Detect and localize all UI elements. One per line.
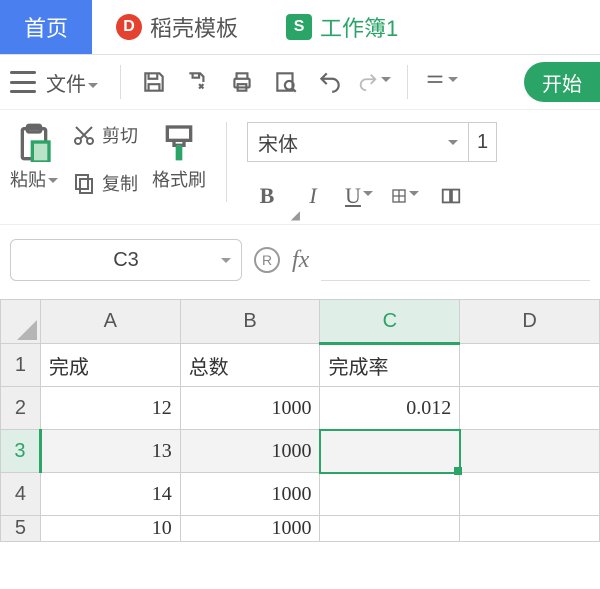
- chevron-down-icon: [221, 258, 231, 268]
- trace-icon[interactable]: R: [254, 247, 280, 273]
- tab-template[interactable]: D 稻壳模板: [92, 0, 262, 54]
- spreadsheet: A B C D 1 完成 总数 完成率 2 12 1000 0.012 3 13…: [0, 299, 600, 542]
- file-menu[interactable]: 文件: [46, 68, 98, 97]
- copy-label: 复制: [102, 170, 138, 196]
- cell-C3[interactable]: [320, 430, 460, 473]
- cell-D5[interactable]: [460, 516, 600, 542]
- row-4[interactable]: 4: [1, 473, 41, 516]
- cell-B3[interactable]: 1000: [180, 430, 320, 473]
- fx-icon[interactable]: fx: [292, 247, 309, 274]
- overflow-button[interactable]: [424, 65, 458, 99]
- row-2[interactable]: 2: [1, 387, 41, 430]
- cell-A1[interactable]: 完成: [40, 344, 180, 387]
- separator: [120, 65, 121, 99]
- tab-home-label: 首页: [24, 11, 68, 43]
- border-button[interactable]: [391, 182, 419, 210]
- app-tabs: 首页 D 稻壳模板 S 工作簿1: [0, 0, 600, 55]
- paste-button[interactable]: 粘贴: [10, 122, 58, 192]
- cell-D1[interactable]: [460, 344, 600, 387]
- italic-button[interactable]: I: [299, 182, 327, 210]
- format-painter-button[interactable]: 格式刷: [152, 122, 206, 192]
- bold-button[interactable]: B: [253, 182, 281, 210]
- tab-template-label: 稻壳模板: [150, 11, 238, 43]
- tab-workbook[interactable]: S 工作簿1: [262, 0, 422, 54]
- font-size-value: 1: [477, 131, 488, 154]
- col-C[interactable]: C: [320, 300, 460, 344]
- more-format-button[interactable]: [437, 182, 465, 210]
- underline-button[interactable]: U: [345, 182, 373, 210]
- cell-A5[interactable]: 10: [40, 516, 180, 542]
- name-box[interactable]: C3: [10, 239, 242, 281]
- cell-A4[interactable]: 14: [40, 473, 180, 516]
- redo-button[interactable]: [357, 65, 391, 99]
- cell-A3[interactable]: 13: [40, 430, 180, 473]
- font-size-select[interactable]: 1: [469, 122, 497, 162]
- print-button[interactable]: [225, 65, 259, 99]
- cell-B1[interactable]: 总数: [180, 344, 320, 387]
- font-family-select[interactable]: 宋体: [247, 122, 469, 162]
- workbook-icon: S: [286, 14, 312, 40]
- separator: [407, 65, 408, 99]
- cell-C4[interactable]: [320, 473, 460, 516]
- preview-button[interactable]: [269, 65, 303, 99]
- col-B[interactable]: B: [180, 300, 320, 344]
- paste-label: 粘贴: [10, 166, 58, 192]
- cut-label: 剪切: [102, 122, 138, 148]
- menu-icon[interactable]: [10, 71, 36, 93]
- cell-D2[interactable]: [460, 387, 600, 430]
- cell-C1[interactable]: 完成率: [320, 344, 460, 387]
- cell-B2[interactable]: 1000: [180, 387, 320, 430]
- row-1[interactable]: 1: [1, 344, 41, 387]
- tab-home[interactable]: 首页: [0, 0, 92, 54]
- copy-button[interactable]: 复制: [72, 170, 138, 196]
- cell-B4[interactable]: 1000: [180, 473, 320, 516]
- col-A[interactable]: A: [40, 300, 180, 344]
- save-button[interactable]: [137, 65, 171, 99]
- select-all-corner[interactable]: [1, 300, 41, 344]
- chevron-down-icon: [448, 140, 458, 150]
- cell-D3[interactable]: [460, 430, 600, 473]
- col-D[interactable]: D: [460, 300, 600, 344]
- cut-button[interactable]: 剪切: [72, 122, 138, 148]
- save-as-button[interactable]: [181, 65, 215, 99]
- cell-D4[interactable]: [460, 473, 600, 516]
- formula-bar: C3 R fx: [0, 225, 600, 285]
- row-3[interactable]: 3: [1, 430, 41, 473]
- ribbon: 粘贴 剪切 复制 格式刷 宋体 1 B I: [0, 110, 600, 225]
- formula-input[interactable]: [321, 240, 590, 281]
- name-box-value: C3: [113, 249, 139, 272]
- format-painter-label: 格式刷: [152, 166, 206, 192]
- row-5[interactable]: 5: [1, 516, 41, 542]
- cell-C5[interactable]: [320, 516, 460, 542]
- ribbon-start-tab[interactable]: 开始: [524, 62, 600, 102]
- template-icon: D: [116, 14, 142, 40]
- start-label: 开始: [542, 68, 582, 97]
- cell-A2[interactable]: 12: [40, 387, 180, 430]
- quick-toolbar: 文件 开始: [0, 55, 600, 110]
- font-family-value: 宋体: [258, 128, 298, 157]
- separator: [226, 122, 227, 202]
- undo-button[interactable]: [313, 65, 347, 99]
- ribbon-launcher-icon[interactable]: ◢: [291, 208, 300, 222]
- tab-workbook-label: 工作簿1: [320, 11, 398, 43]
- cell-C2[interactable]: 0.012: [320, 387, 460, 430]
- cell-B5[interactable]: 1000: [180, 516, 320, 542]
